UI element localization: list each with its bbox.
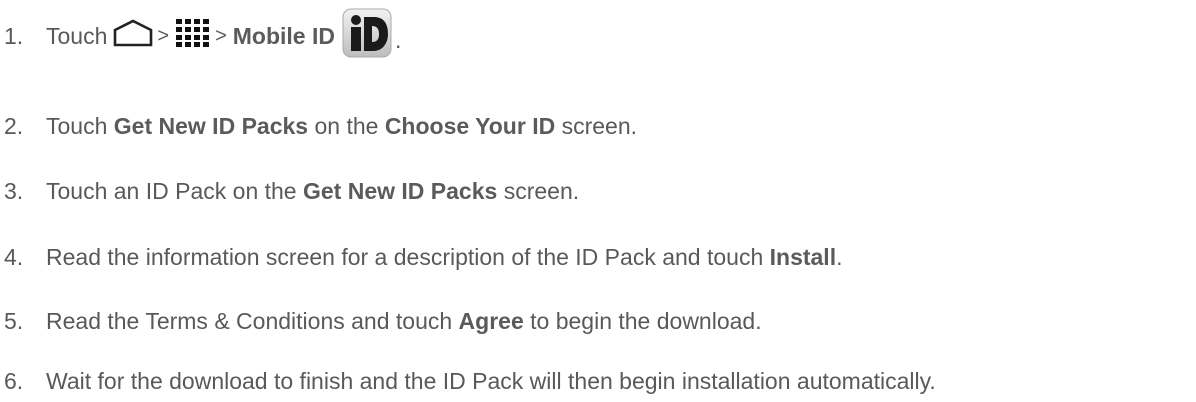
step-end: .	[394, 27, 402, 53]
step-4: 4. Read the information screen for a des…	[0, 243, 842, 271]
mobile-id-app-icon	[341, 7, 393, 65]
step-1: 1. Touch > > Mobile ID .	[0, 8, 402, 58]
step-number: 2.	[4, 113, 24, 139]
step-emphasis: Choose Your ID	[384, 113, 556, 139]
step-5: 5. Read the Terms & Conditions and touch…	[0, 307, 762, 335]
step-text: Touch	[46, 23, 108, 49]
step-text: screen.	[497, 178, 580, 204]
separator: >	[215, 25, 227, 47]
step-number: 6.	[4, 368, 24, 394]
step-text: Read the Terms & Conditions and touch	[46, 308, 459, 334]
step-number: 4.	[4, 244, 24, 270]
separator: >	[157, 25, 170, 47]
step-emphasis: Get New ID Packs	[113, 113, 309, 139]
step-number: 3.	[4, 178, 24, 204]
step-text: to begin the download.	[523, 308, 762, 334]
step-text: Touch	[46, 113, 114, 139]
step-text: Wait for the download to finish and the …	[46, 368, 936, 394]
step-3: 3. Touch an ID Pack on the Get New ID Pa…	[0, 177, 579, 205]
step-number: 5.	[4, 308, 24, 334]
step-emphasis: Get New ID Packs	[303, 178, 498, 204]
step-number: 1.	[4, 23, 24, 49]
step-text: Read the information screen for a descri…	[46, 244, 770, 270]
apps-grid-icon	[175, 18, 211, 54]
step-emphasis: Install	[769, 244, 837, 270]
step-text: .	[836, 244, 843, 270]
step-6: 6. Wait for the download to finish and t…	[0, 367, 936, 395]
step-2: 2. Touch Get New ID Packs on the Choose …	[0, 112, 637, 140]
step-text: Touch an ID Pack on the	[46, 178, 303, 204]
home-icon	[113, 19, 153, 53]
step-text: on the	[308, 113, 385, 139]
step-emphasis: Agree	[458, 308, 524, 334]
step-text: screen.	[555, 113, 638, 139]
app-name: Mobile ID	[232, 23, 335, 49]
